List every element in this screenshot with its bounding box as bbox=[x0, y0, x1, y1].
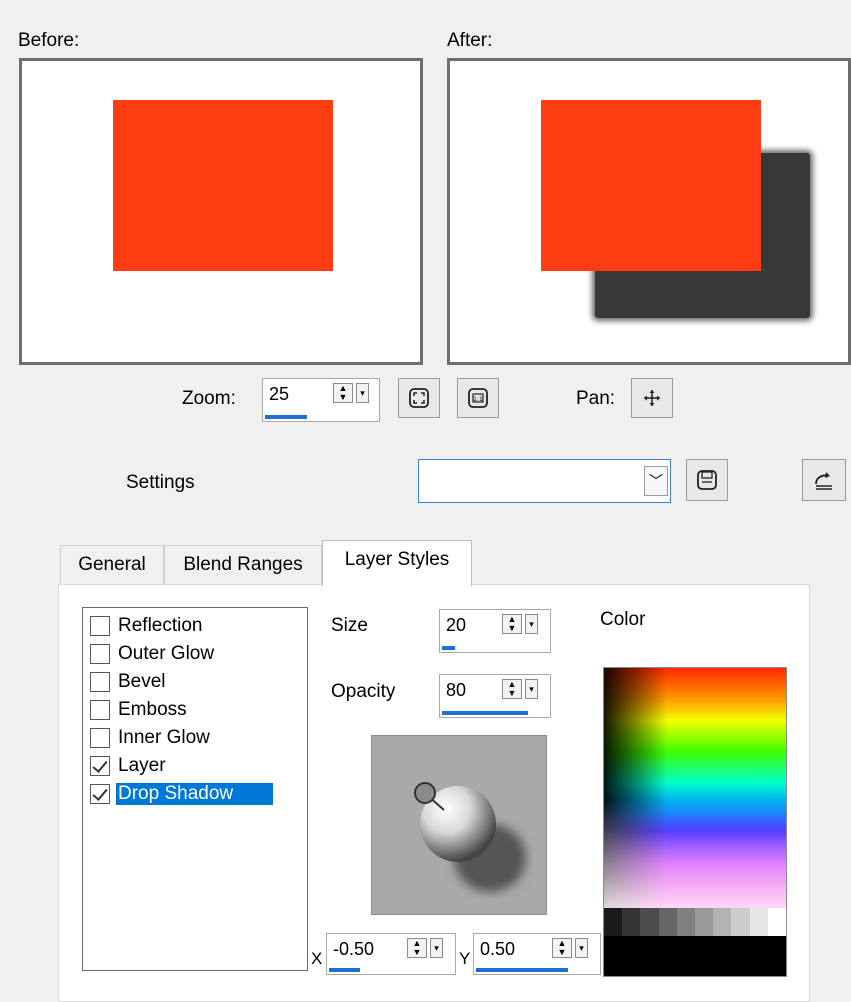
preset-dropdown[interactable]: ﹀ bbox=[418, 459, 671, 503]
y-label: Y bbox=[459, 949, 471, 968]
inner-glow-checkbox[interactable] bbox=[90, 727, 110, 748]
y-dropdown-icon[interactable]: ▾ bbox=[575, 938, 588, 958]
list-item-bevel[interactable]: Bevel bbox=[90, 668, 168, 695]
chevron-down-icon[interactable]: ﹀ bbox=[644, 466, 668, 496]
layer-label: Layer bbox=[118, 754, 166, 776]
x-slider-fill[interactable] bbox=[329, 968, 360, 972]
x-spin-arrows-icon[interactable]: ▲ ▼ bbox=[407, 938, 427, 958]
y-slider-fill[interactable] bbox=[476, 968, 568, 972]
bevel-label: Bevel bbox=[118, 670, 166, 692]
after-object bbox=[541, 100, 761, 271]
y-value: 0.50 bbox=[480, 939, 516, 959]
emboss-label: Emboss bbox=[118, 698, 187, 720]
size-spinbox[interactable]: 20 ▲ ▼ ▾ bbox=[439, 609, 551, 653]
selected-color-swatch bbox=[604, 936, 786, 976]
opacity-label: Opacity bbox=[331, 681, 396, 702]
zoom-actual-size-icon: 1:1 bbox=[468, 388, 488, 408]
drop-shadow-checkbox[interactable] bbox=[90, 783, 110, 804]
x-value: -0.50 bbox=[333, 939, 375, 959]
zoom-fit-button[interactable] bbox=[398, 378, 440, 418]
opacity-dropdown-icon[interactable]: ▾ bbox=[525, 679, 538, 699]
pan-move-icon bbox=[644, 390, 660, 406]
list-item-emboss[interactable]: Emboss bbox=[90, 696, 189, 723]
tab-layer-styles[interactable]: Layer Styles bbox=[322, 540, 472, 586]
list-item-inner-glow[interactable]: Inner Glow bbox=[90, 724, 212, 751]
size-slider-fill[interactable] bbox=[442, 646, 455, 650]
list-item-layer[interactable]: Layer bbox=[90, 752, 168, 779]
x-offset-spinbox[interactable]: -0.50 ▲ ▼ ▾ bbox=[326, 933, 456, 975]
opacity-spinbox[interactable]: 80 ▲ ▼ ▾ bbox=[439, 674, 551, 718]
opacity-value: 80 bbox=[446, 680, 467, 700]
pan-button[interactable] bbox=[631, 378, 673, 418]
zoom-slider-fill[interactable] bbox=[265, 415, 307, 419]
outer-glow-label: Outer Glow bbox=[118, 642, 215, 664]
bevel-checkbox[interactable] bbox=[90, 671, 110, 692]
y-offset-spinbox[interactable]: 0.50 ▲ ▼ ▾ bbox=[473, 933, 601, 975]
layer-checkbox[interactable] bbox=[90, 755, 110, 776]
before-object bbox=[113, 100, 333, 271]
x-label: X bbox=[311, 949, 323, 968]
settings-label: Settings bbox=[126, 472, 195, 493]
color-label: Color bbox=[600, 609, 646, 630]
tab-blend-ranges[interactable]: Blend Ranges bbox=[164, 545, 322, 585]
reflection-label: Reflection bbox=[118, 614, 203, 636]
grayscale-strip[interactable] bbox=[604, 908, 787, 936]
zoom-actual-size-button[interactable]: 1:1 bbox=[457, 378, 499, 418]
list-item-reflection[interactable]: Reflection bbox=[90, 612, 205, 639]
list-item-outer-glow[interactable]: Outer Glow bbox=[90, 640, 216, 667]
styles-list: Reflection Outer Glow Bevel Emboss Inner… bbox=[82, 607, 308, 971]
size-spin-arrows-icon[interactable]: ▲ ▼ bbox=[502, 614, 522, 634]
shadow-direction-pad[interactable] bbox=[371, 735, 547, 915]
before-label: Before: bbox=[18, 30, 80, 51]
zoom-fit-icon bbox=[409, 388, 429, 408]
tab-general[interactable]: General bbox=[60, 545, 164, 585]
shadow-sphere-icon bbox=[372, 736, 546, 914]
x-dropdown-icon[interactable]: ▾ bbox=[430, 938, 443, 958]
y-spin-arrows-icon[interactable]: ▲ ▼ bbox=[552, 938, 572, 958]
emboss-checkbox[interactable] bbox=[90, 699, 110, 720]
drop-shadow-label: Drop Shadow bbox=[116, 782, 274, 805]
outer-glow-checkbox[interactable] bbox=[90, 643, 110, 664]
reset-icon bbox=[815, 472, 832, 490]
reflection-checkbox[interactable] bbox=[90, 615, 110, 636]
before-preview bbox=[19, 58, 423, 365]
size-dropdown-icon[interactable]: ▾ bbox=[525, 614, 538, 634]
save-icon bbox=[697, 470, 717, 490]
layer-styles-panel: Reflection Outer Glow Bevel Emboss Inner… bbox=[58, 584, 810, 1002]
color-spectrum[interactable] bbox=[604, 668, 786, 908]
inner-glow-label: Inner Glow bbox=[118, 726, 210, 748]
opacity-spin-arrows-icon[interactable]: ▲ ▼ bbox=[502, 679, 522, 699]
opacity-slider-fill[interactable] bbox=[442, 711, 528, 715]
zoom-label: Zoom: bbox=[182, 388, 236, 409]
reset-button[interactable] bbox=[802, 459, 846, 501]
after-preview[interactable] bbox=[447, 58, 851, 365]
list-item-drop-shadow[interactable]: Drop Shadow bbox=[90, 780, 274, 807]
size-label: Size bbox=[331, 615, 368, 636]
size-value: 20 bbox=[446, 615, 467, 635]
pan-label: Pan: bbox=[576, 388, 616, 409]
zoom-value: 25 bbox=[269, 384, 290, 404]
color-picker[interactable] bbox=[603, 667, 787, 977]
save-preset-button[interactable] bbox=[686, 459, 728, 501]
after-label: After: bbox=[447, 30, 493, 51]
zoom-dropdown-icon[interactable]: ▾ bbox=[356, 383, 369, 403]
zoom-spin-arrows-icon[interactable]: ▲ ▼ bbox=[333, 383, 353, 403]
zoom-spinbox[interactable]: 25 ▲ ▼ ▾ bbox=[262, 378, 380, 422]
svg-text:1:1: 1:1 bbox=[473, 396, 483, 403]
